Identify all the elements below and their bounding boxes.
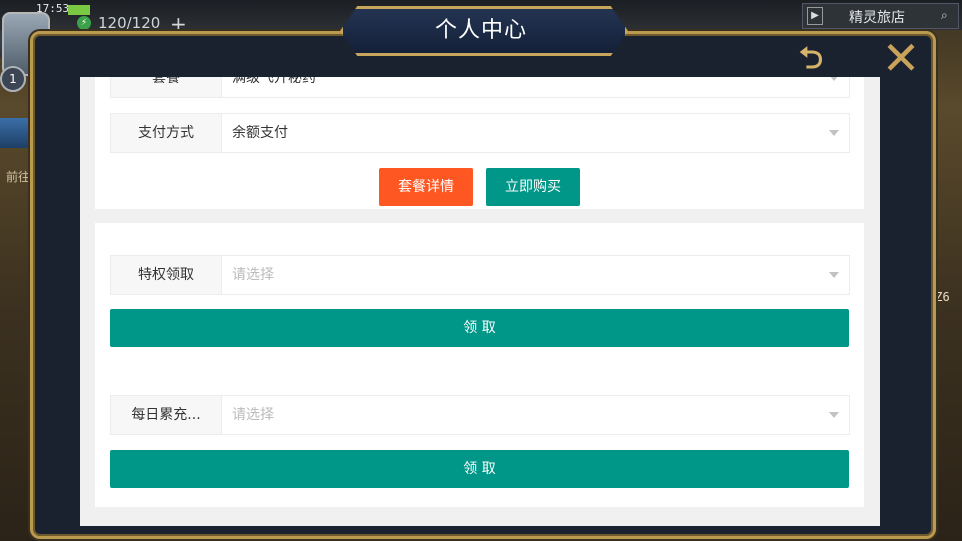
package-detail-button[interactable]: 套餐详情 [379, 168, 473, 206]
chevron-down-icon [829, 77, 839, 81]
content-panel: 套餐 满级飞升秘药 支付方式 余额支付 套餐详情 立即购买 特权领取 请选择 领… [80, 77, 880, 526]
modal-title: 个人中心 [434, 18, 527, 43]
package-label: 套餐 [111, 77, 222, 97]
energy-icon: ⚡ [77, 16, 91, 30]
chevron-down-icon [829, 272, 839, 278]
side-tab[interactable] [0, 118, 34, 148]
daily-placeholder: 请选择 [232, 407, 274, 423]
search-icon: ⌕ [941, 8, 948, 22]
daily-select[interactable]: 每日累充... 请选择 [110, 395, 850, 435]
privilege-placeholder: 请选择 [232, 267, 274, 283]
privilege-card: 特权领取 请选择 领 取 [95, 223, 864, 365]
close-icon[interactable]: ✕ [878, 35, 924, 81]
package-select[interactable]: 套餐 满级飞升秘药 [110, 77, 850, 98]
battery-icon [68, 5, 90, 15]
daily-label: 每日累充... [111, 396, 222, 434]
claim-daily-button[interactable]: 领 取 [110, 450, 849, 488]
privilege-select[interactable]: 特权领取 请选择 [110, 255, 850, 295]
payment-select[interactable]: 支付方式 余额支付 [110, 113, 850, 153]
privilege-label: 特权领取 [111, 256, 222, 294]
shop-button[interactable]: ▶ 精灵旅店 ⌕ [802, 3, 959, 29]
chevron-down-icon [829, 130, 839, 136]
buy-now-button[interactable]: 立即购买 [486, 168, 580, 206]
side-strip-text: 前往 [6, 170, 31, 184]
daily-recharge-card: 每日累充... 请选择 领 取 [95, 365, 864, 507]
chevron-down-icon [829, 412, 839, 418]
package-value: 满级飞升秘药 [232, 77, 316, 86]
level-badge: 1 [0, 66, 26, 92]
purchase-card: 套餐 满级飞升秘药 支付方式 余额支付 套餐详情 立即购买 [95, 77, 864, 209]
payment-label: 支付方式 [111, 114, 222, 152]
play-icon: ▶ [807, 7, 823, 25]
shop-label: 精灵旅店 [849, 10, 905, 26]
payment-value: 余额支付 [232, 125, 288, 141]
claim-privilege-button[interactable]: 领 取 [110, 309, 849, 347]
back-icon[interactable]: ⮌ [782, 40, 840, 78]
energy-counter: 120/120 [98, 14, 161, 32]
